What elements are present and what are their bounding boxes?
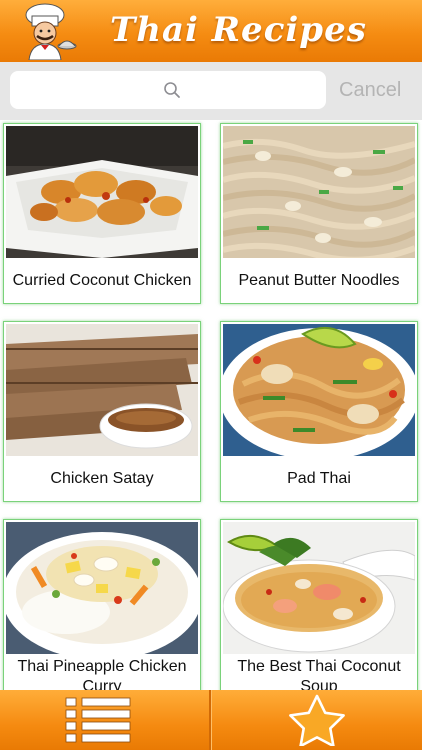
search-bar: Cancel — [0, 62, 422, 120]
recipe-photo — [6, 324, 198, 456]
recipe-card[interactable]: Pad Thai — [220, 321, 418, 502]
tab-divider — [209, 690, 211, 750]
recipe-title: Curried Coconut Chicken — [12, 272, 192, 289]
recipe-card[interactable]: Thai Pineapple Chicken Curry — [3, 519, 201, 690]
cancel-button[interactable]: Cancel — [339, 76, 414, 104]
list-icon[interactable] — [60, 696, 140, 744]
search-field[interactable] — [10, 71, 326, 109]
recipe-title: Chicken Satay — [50, 470, 154, 487]
star-icon[interactable] — [282, 694, 352, 746]
recipe-card[interactable]: Curried Coconut Chicken — [3, 123, 201, 304]
tab-bar — [0, 690, 422, 750]
recipe-photo — [223, 522, 415, 654]
recipe-photo — [223, 126, 415, 258]
chef-icon — [25, 3, 77, 60]
recipe-title: Thai Pineapple Chicken Curry — [17, 658, 187, 690]
recipe-photo — [6, 522, 198, 654]
recipe-card[interactable]: Chicken Satay — [3, 321, 201, 502]
recipe-title: Pad Thai — [287, 470, 351, 487]
recipe-grid: Curried Coconut Chicken Peanut Butter No… — [0, 120, 422, 690]
recipe-card[interactable]: The Best Thai Coconut Soup — [220, 519, 418, 690]
recipe-title: Peanut Butter Noodles — [238, 272, 400, 289]
recipe-title: The Best Thai Coconut Soup — [237, 658, 401, 690]
app-header: Thai Recipes — [0, 0, 422, 62]
recipe-card[interactable]: Peanut Butter Noodles — [220, 123, 418, 304]
search-icon — [164, 82, 180, 98]
recipe-photo — [6, 126, 198, 258]
recipe-photo — [223, 324, 415, 456]
app-title: Thai Recipes — [110, 10, 367, 50]
